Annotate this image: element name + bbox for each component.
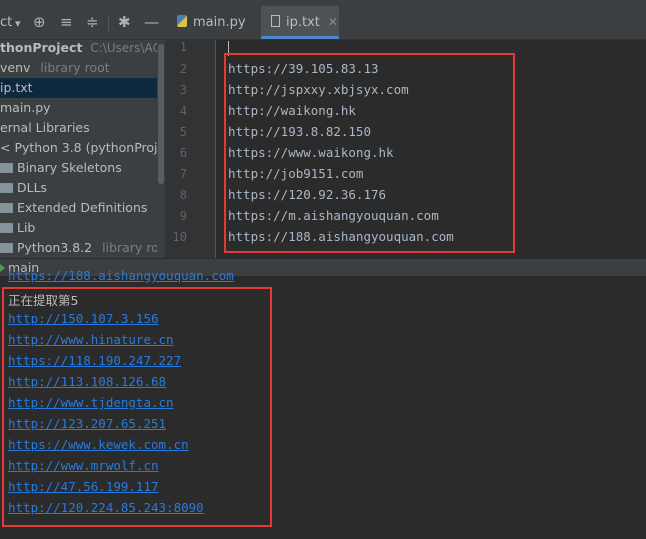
project-toolbar-label[interactable]: ct [0, 15, 12, 30]
toolbar-divider [108, 16, 109, 32]
line-number: 8 [179, 188, 187, 202]
tree-item-dlls[interactable]: DLLs [0, 178, 157, 198]
highlight-box-console [2, 287, 272, 527]
tree-item-lib[interactable]: Lib [0, 218, 157, 238]
editor-tab-bar: main.py ip.txt ✕ [165, 6, 646, 40]
tree-item-label: < Python 3.8 (pythonProject) [0, 140, 157, 155]
tree-item-label: Extended Definitions [17, 200, 148, 215]
tree-item-binary-skeletons[interactable]: Binary Skeletons [0, 158, 157, 178]
tab-label: main.py [193, 15, 246, 30]
tree-root-path: C:\Users\ACER\ [90, 41, 157, 55]
tree-item-python382[interactable]: Python3.8.2 library root [0, 238, 157, 258]
dropdown-icon[interactable]: ▾ [15, 16, 21, 32]
folder-icon [0, 243, 13, 253]
folder-icon [0, 203, 13, 213]
text-file-icon [271, 15, 280, 27]
tree-item-main-py[interactable]: main.py [0, 98, 157, 118]
line-number: 9 [179, 209, 187, 223]
tree-item-label: DLLs [17, 180, 48, 195]
tree-root[interactable]: thonProject C:\Users\ACER\ [0, 40, 157, 58]
line-number: 3 [179, 83, 187, 97]
tree-item-external-libraries[interactable]: ernal Libraries [0, 118, 157, 138]
scrollbar-thumb[interactable] [158, 44, 164, 184]
tree-item-venv[interactable]: venv library root [0, 58, 157, 78]
tree-root-name: thonProject [0, 40, 83, 55]
tree-item-label: ip.txt [0, 80, 33, 95]
tree-item-python-sdk[interactable]: < Python 3.8 (pythonProject) [0, 138, 157, 158]
close-icon[interactable]: ✕ [328, 15, 338, 29]
globe-icon[interactable]: ⊕ [33, 14, 46, 30]
expand-icon[interactable]: ≑ [86, 14, 99, 30]
tree-item-label: Python3.8.2 [17, 240, 93, 255]
tree-item-suffix: library root [40, 60, 110, 75]
line-number: 10 [172, 230, 187, 244]
line-number: 6 [179, 146, 187, 160]
tab-ip-txt[interactable]: ip.txt ✕ [261, 6, 339, 39]
tree-item-ip-txt[interactable]: ip.txt [0, 78, 157, 98]
python-file-icon [177, 15, 187, 27]
tab-label: ip.txt [286, 15, 320, 30]
highlight-box-editor [224, 53, 515, 253]
collapse-icon[interactable]: ≡ [60, 14, 73, 30]
project-toolbar: ct ▾ ⊕ ≡ ≑ ✱ — [0, 6, 165, 40]
minimize-icon[interactable]: — [144, 14, 159, 30]
line-number: 2 [179, 62, 187, 76]
tree-item-suffix: library root [102, 240, 157, 255]
line-number: 4 [179, 104, 187, 118]
console-link[interactable]: https://188.aishangyouquan.com [8, 268, 234, 283]
gear-icon[interactable]: ✱ [118, 14, 131, 30]
line-number-gutter: 1 2 3 4 5 6 7 8 9 10 [165, 40, 215, 258]
folder-icon [0, 163, 13, 173]
line-number: 1 [179, 40, 187, 54]
tree-item-label: Binary Skeletons [17, 160, 122, 175]
tree-item-label: main.py [0, 100, 51, 115]
line-number: 7 [179, 167, 187, 181]
folder-icon [0, 183, 13, 193]
tree-item-extended-definitions[interactable]: Extended Definitions [0, 198, 157, 218]
line-number: 5 [179, 125, 187, 139]
tree-item-label: venv [0, 60, 31, 75]
run-arrow-icon [0, 264, 5, 272]
project-tree: thonProject C:\Users\ACER\ venv library … [0, 40, 157, 258]
tree-item-label: Lib [17, 220, 36, 235]
tree-scrollbar[interactable] [157, 40, 165, 258]
tree-item-label: ernal Libraries [0, 120, 90, 135]
folder-icon [0, 223, 13, 233]
tab-main-py[interactable]: main.py [173, 6, 265, 39]
